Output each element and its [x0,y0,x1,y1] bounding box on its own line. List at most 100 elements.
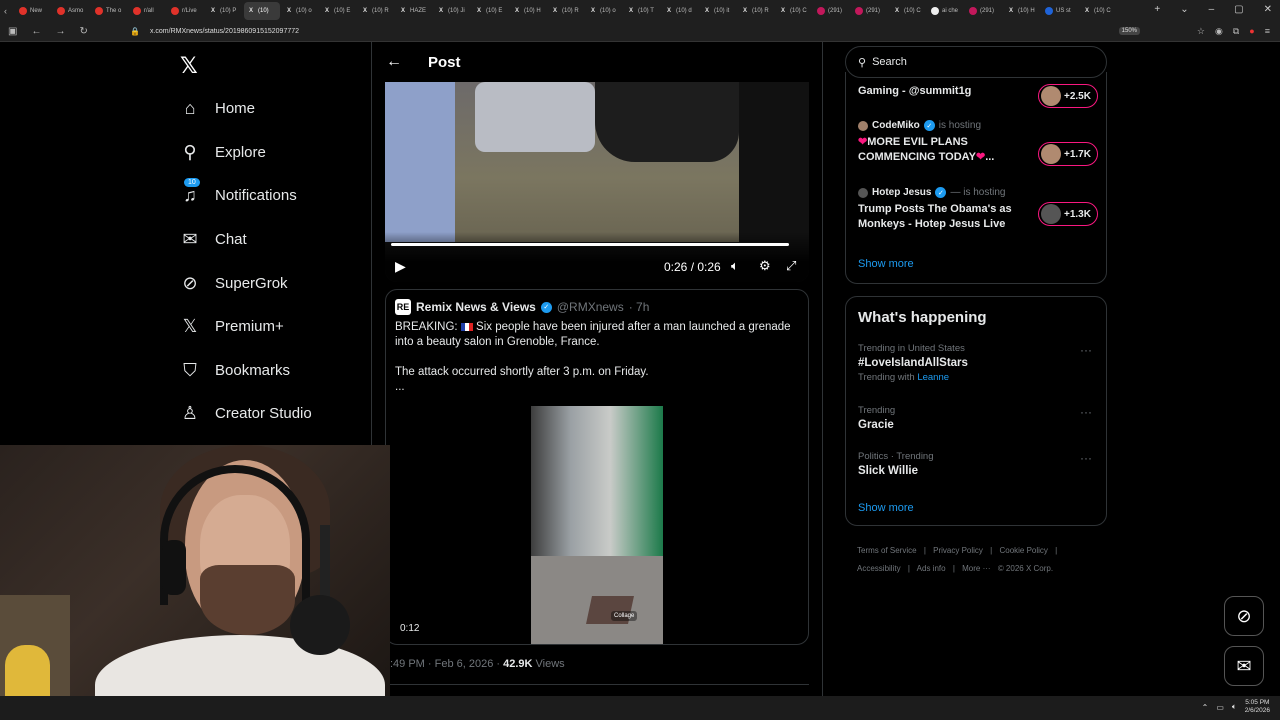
show-more-link[interactable]: Show more [858,258,914,270]
browser-tab[interactable]: X (10) C [776,2,812,20]
browser-tab[interactable]: X (10) E [320,2,356,20]
messages-fab-icon[interactable]: ✉ [1224,646,1264,686]
author-handle[interactable]: @RMXnews [557,300,624,314]
trend-with-value[interactable]: Leanne [917,372,949,383]
trend-item[interactable]: Trending Gracie ··· [858,405,1098,431]
browser-tab[interactable]: X (10) it [700,2,736,20]
main-video-player[interactable]: ▶ 0:26 / 0:26 🔈︎ ⚙ ⤢ [385,82,809,282]
browser-tab[interactable]: ai che [928,2,964,20]
nav-item-notifications[interactable]: ♫ 10 Notifications [180,178,297,205]
live-item[interactable]: CodeMiko ✓ is hosting ❤MORE EVIL PLANS COM… [858,120,1098,166]
author-name[interactable]: Remix News & Views [416,300,536,314]
forward-arrow-icon[interactable]: → [55,26,65,37]
footer-link[interactable]: Ads info [917,564,946,573]
nav-item-bookmarks[interactable]: ⛉ Bookmarks [180,360,290,380]
video-progress-bar[interactable] [391,243,789,246]
browser-tab[interactable]: X HAZE [396,2,432,20]
play-icon[interactable]: ▶ [395,258,406,275]
browser-tab[interactable]: r/Live [168,2,204,20]
browser-tab[interactable]: X (10) H [510,2,546,20]
maximize-button[interactable]: ▢ [1234,4,1243,15]
lock-icon[interactable]: 🔒 [130,27,140,36]
live-listeners-pill[interactable]: +1.7K [1038,142,1098,166]
x-logo-icon[interactable]: 𝕏 [180,54,198,79]
browser-tab[interactable]: X (10) H [1004,2,1040,20]
extensions-icon[interactable]: ⧉ [1233,26,1239,37]
settings-gear-icon[interactable]: ⚙ [759,258,771,274]
network-icon[interactable]: ▭ [1216,703,1224,712]
quoted-video[interactable]: Collage [531,406,663,644]
more-options-icon[interactable]: ··· [1080,451,1092,465]
browser-tab[interactable]: The o [92,2,128,20]
divider [385,684,809,685]
browser-tab[interactable]: X (10) o [282,2,318,20]
live-item[interactable]: Hotep Jesus ✓ — is hosting Trump Posts The… [858,187,1098,232]
browser-tab[interactable]: X (10) [244,2,280,20]
star-icon[interactable]: ☆ [1197,26,1205,37]
nav-item-supergrok[interactable]: ⊘ SuperGrok [180,273,288,293]
nav-item-explore[interactable]: ⚲ Explore [180,142,265,162]
browser-tab[interactable]: X (10) Ji [434,2,470,20]
browser-tab[interactable]: X (10) R [738,2,774,20]
more-options-icon[interactable]: ··· [1080,405,1092,419]
nav-item-creator-studio[interactable]: ♙ Creator Studio [180,403,312,423]
footer-link[interactable]: Accessibility [857,564,901,573]
browser-tab[interactable]: (291) [852,2,888,20]
live-item[interactable]: Gaming - @summit1g +2.5K [858,80,1098,108]
more-options-icon[interactable]: ··· [1080,343,1092,357]
live-listeners-pill[interactable]: +2.5K [1038,84,1098,108]
browser-tab[interactable]: X (10) d [662,2,698,20]
footer-link[interactable]: Cookie Policy [999,546,1047,555]
tray-chevron-icon[interactable]: ⌃ [1202,703,1209,712]
volume-icon[interactable]: 🔈︎ [731,258,739,274]
footer-link[interactable]: More ··· [962,564,990,573]
menu-icon[interactable]: ≡ [1265,26,1270,37]
browser-tab[interactable]: X (10) C [1080,2,1116,20]
close-window-button[interactable]: ✕ [1264,4,1272,15]
trend-item[interactable]: Politics · Trending Slick Willie ··· [858,451,1098,477]
nav-item-chat[interactable]: ✉ Chat [180,229,246,249]
show-more-link[interactable]: Show more [858,502,914,514]
quoted-post[interactable]: RE Remix News & Views ✓ @RMXnews · 7h BR… [385,289,809,645]
search-input[interactable]: ⚲ Search [845,46,1107,78]
clock[interactable]: 5:05 PM 2/6/2026 [1245,699,1270,715]
volume-icon[interactable]: 🔈︎ [1232,702,1237,712]
nav-label: SuperGrok [215,274,288,292]
nav-item-home[interactable]: ⌂ Home [180,98,255,118]
sidebar-toggle-icon[interactable]: ▣ [8,26,17,37]
grok-fab-icon[interactable]: ⊘ [1224,596,1264,636]
reload-icon[interactable]: ↻ [79,26,87,37]
browser-tab[interactable]: X (10) R [358,2,394,20]
fullscreen-icon[interactable]: ⤢ [786,258,796,274]
post-timestamp[interactable]: :49 PM · Feb 6, 2026 · [390,658,503,670]
tab-list-chevron-icon[interactable]: ⌄ [1180,4,1188,15]
browser-tab[interactable]: X (10) C [890,2,926,20]
new-tab-button[interactable]: + [1154,4,1160,15]
browser-tab[interactable]: Asmo [54,2,90,20]
extension-red-icon[interactable]: ● [1249,26,1254,37]
browser-tab[interactable]: X (10) o [586,2,622,20]
live-listeners-pill[interactable]: +1.3K [1038,202,1098,226]
url-field[interactable]: x.com/RMXnews/status/2019860915152097772 [150,28,299,35]
avatar[interactable]: RE [395,299,411,315]
footer-link[interactable]: Privacy Policy [933,546,983,555]
browser-tab[interactable]: US st [1042,2,1078,20]
back-arrow-icon[interactable]: ← [31,26,41,37]
account-icon[interactable]: ◉ [1215,26,1223,37]
browser-tab[interactable]: X (10) P [206,2,242,20]
tab-scroll-left-icon[interactable]: ‹ [4,6,14,16]
browser-tab[interactable]: (291) [966,2,1002,20]
minimize-button[interactable]: – [1209,4,1215,15]
trend-item[interactable]: Trending in United States #LoveIslandAll… [858,343,1098,383]
back-arrow-icon[interactable]: ← [386,53,402,71]
zoom-level[interactable]: 150% [1118,27,1140,35]
browser-tab[interactable]: New [16,2,52,20]
browser-tab[interactable]: X (10) R [548,2,584,20]
nav-item-premium[interactable]: 𝕏 Premium+ [180,316,284,336]
browser-tab[interactable]: X (10) E [472,2,508,20]
browser-tab[interactable]: X (10) T [624,2,660,20]
footer-link[interactable]: Terms of Service [857,546,917,555]
browser-tab[interactable]: (291) [814,2,850,20]
tab-label: (291) [828,8,843,14]
browser-tab[interactable]: r/all [130,2,166,20]
